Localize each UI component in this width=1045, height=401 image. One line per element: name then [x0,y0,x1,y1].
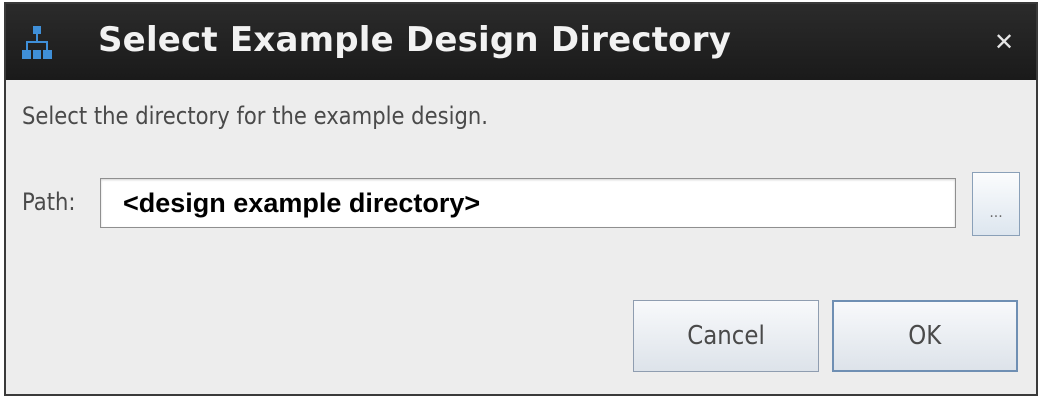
title-bar[interactable]: Select Example Design Directory ✕ [6,4,1036,80]
browse-button[interactable]: ... [972,172,1020,236]
cancel-button-label: Cancel [687,321,765,351]
ok-button-label: OK [908,321,942,351]
path-input[interactable] [100,178,956,228]
cancel-button[interactable]: Cancel [633,300,819,372]
path-label: Path: [22,188,76,216]
select-example-design-directory-dialog: Select Example Design Directory ✕ Select… [4,2,1038,396]
instruction-text: Select the directory for the example des… [22,102,488,130]
dialog-body: Select the directory for the example des… [6,80,1036,394]
close-icon: ✕ [993,28,1015,56]
ok-button[interactable]: OK [832,300,1018,372]
browse-button-label: ... [989,205,1003,221]
network-nodes-icon [20,24,54,62]
close-button[interactable]: ✕ [986,24,1022,60]
window-title: Select Example Design Directory [98,20,732,60]
